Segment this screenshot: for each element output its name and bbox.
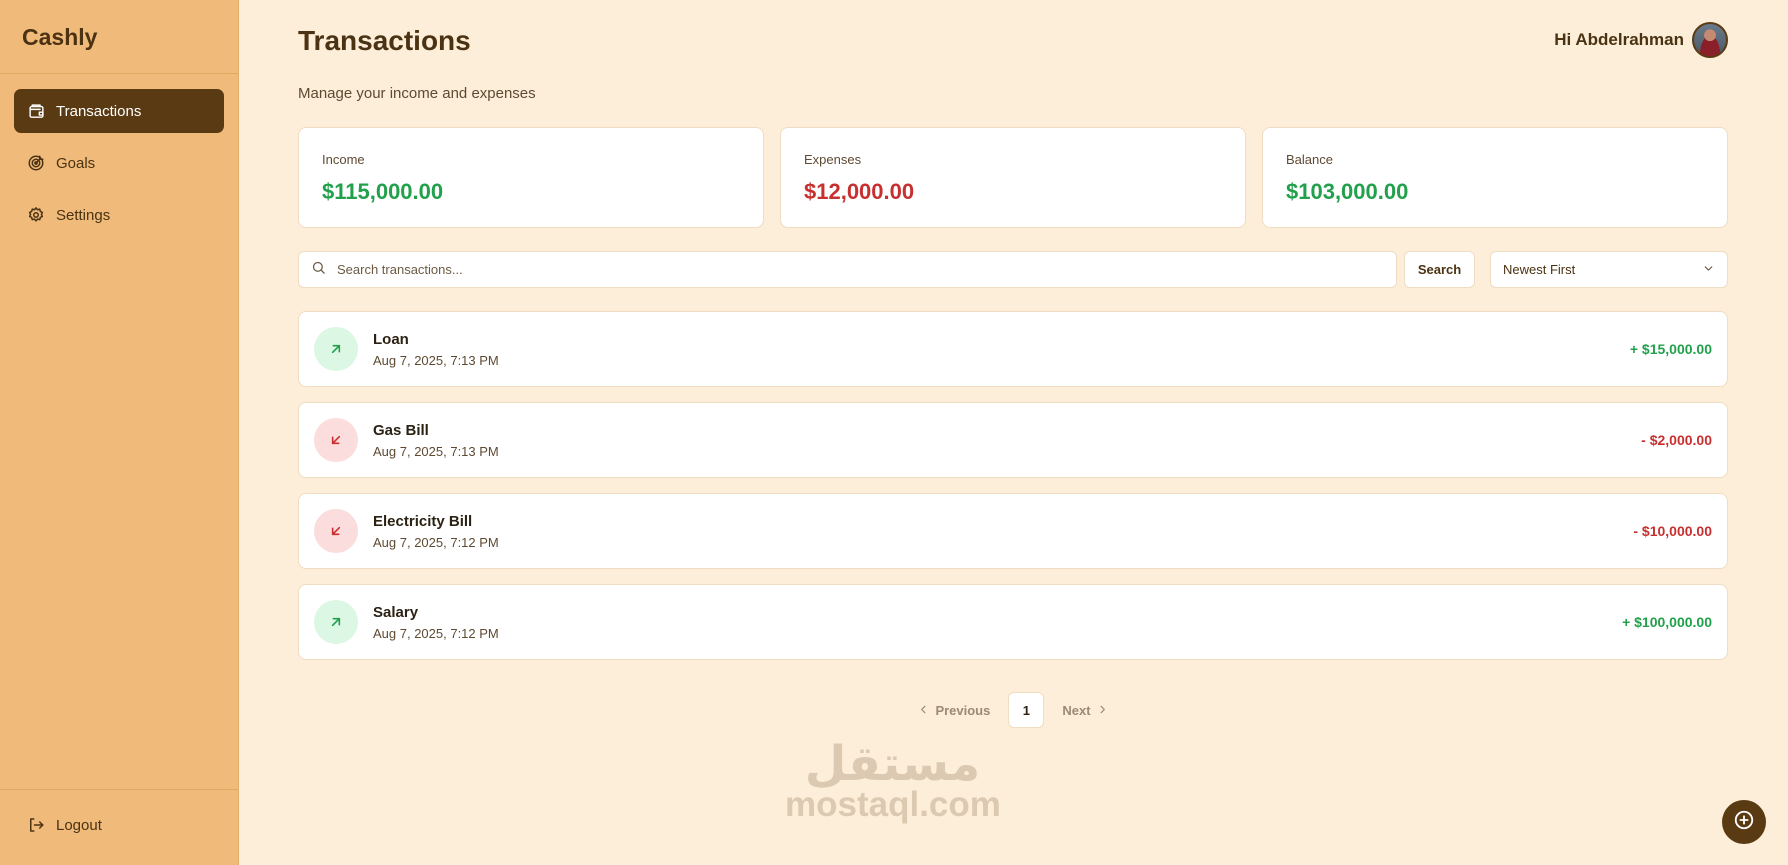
transaction-row[interactable]: Electricity Bill Aug 7, 2025, 7:12 PM - … <box>298 493 1728 569</box>
transaction-row[interactable]: Gas Bill Aug 7, 2025, 7:13 PM - $2,000.0… <box>298 402 1728 478</box>
logout-label: Logout <box>56 816 102 834</box>
search-input[interactable] <box>335 261 1396 278</box>
page-subtitle: Manage your income and expenses <box>298 85 536 102</box>
sidebar-item-goals[interactable]: Goals <box>14 141 224 185</box>
previous-page-button[interactable]: Previous <box>910 703 998 718</box>
transaction-name: Electricity Bill <box>373 513 473 530</box>
previous-label: Previous <box>935 702 991 718</box>
pagination: Previous 1 Next <box>298 691 1728 729</box>
greeting-text: Hi Abdelrahman <box>1554 30 1684 49</box>
next-page-button[interactable]: Next <box>1054 703 1115 718</box>
transaction-row[interactable]: Loan Aug 7, 2025, 7:13 PM + $15,000.00 <box>298 311 1728 387</box>
balance-label: Balance <box>1286 152 1333 167</box>
sidebar-item-label: Goals <box>56 154 96 172</box>
brand-logo[interactable]: Cashly <box>0 0 238 74</box>
logout-icon <box>26 815 46 835</box>
arrow-up-right-icon <box>314 327 358 371</box>
watermark-latin: mostaql.com <box>785 785 1001 824</box>
sidebar-item-label: Transactions <box>56 102 142 120</box>
gear-icon <box>26 205 46 225</box>
page-title: Transactions <box>298 25 471 56</box>
income-value: $115,000.00 <box>322 179 444 204</box>
transaction-name: Gas Bill <box>373 422 429 439</box>
watermark: مستقل mostaql.com <box>785 736 1001 824</box>
next-label: Next <box>1062 702 1091 718</box>
transaction-list: Loan Aug 7, 2025, 7:13 PM + $15,000.00 G… <box>298 311 1728 675</box>
chevron-down-icon <box>1702 262 1715 278</box>
income-label: Income <box>322 152 365 167</box>
main-content: Transactions Manage your income and expe… <box>298 0 1728 865</box>
search-box <box>298 251 1397 288</box>
income-card: Income $115,000.00 <box>298 127 764 228</box>
transaction-amount: - $10,000.00 <box>1633 523 1712 539</box>
search-button[interactable]: Search <box>1404 251 1475 288</box>
arrow-up-right-icon <box>314 600 358 644</box>
wallet-icon <box>26 101 46 121</box>
expenses-label: Expenses <box>804 152 862 167</box>
target-icon <box>26 153 46 173</box>
transaction-amount: + $100,000.00 <box>1622 614 1712 630</box>
transaction-row[interactable]: Salary Aug 7, 2025, 7:12 PM + $100,000.0… <box>298 584 1728 660</box>
plus-circle-icon <box>1733 809 1755 836</box>
transaction-date: Aug 7, 2025, 7:13 PM <box>373 353 499 368</box>
transaction-amount: + $15,000.00 <box>1629 341 1712 357</box>
arrow-down-left-icon <box>314 509 358 553</box>
watermark-arabic: مستقل <box>804 736 981 792</box>
balance-value: $103,000.00 <box>1286 179 1409 204</box>
expenses-card: Expenses $12,000.00 <box>780 127 1246 228</box>
page-number-button[interactable]: 1 <box>1008 692 1045 728</box>
user-greeting: Hi Abdelrahman <box>1554 22 1728 58</box>
summary-cards: Income $115,000.00 Expenses $12,000.00 B… <box>298 127 1728 228</box>
sidebar-footer: Logout <box>0 789 238 865</box>
sidebar: Cashly Transactions Goals Settings Logou <box>0 0 239 865</box>
sort-selected-value: Newest First <box>1503 262 1576 277</box>
chevron-left-icon <box>918 703 929 718</box>
search-icon <box>311 260 326 280</box>
sidebar-item-transactions[interactable]: Transactions <box>14 89 224 133</box>
avatar[interactable] <box>1692 22 1728 58</box>
transaction-toolbar: Search Newest First <box>298 251 1728 289</box>
transaction-name: Loan <box>373 331 409 348</box>
balance-card: Balance $103,000.00 <box>1262 127 1728 228</box>
transaction-date: Aug 7, 2025, 7:12 PM <box>373 535 499 550</box>
sidebar-nav: Transactions Goals Settings <box>0 74 238 237</box>
sidebar-item-settings[interactable]: Settings <box>14 193 224 237</box>
sidebar-item-label: Settings <box>56 206 111 224</box>
transaction-name: Salary <box>373 604 419 621</box>
expenses-value: $12,000.00 <box>804 179 915 204</box>
arrow-down-left-icon <box>314 418 358 462</box>
chevron-right-icon <box>1097 703 1108 718</box>
transaction-date: Aug 7, 2025, 7:13 PM <box>373 444 499 459</box>
sort-select[interactable]: Newest First <box>1490 251 1728 288</box>
transaction-amount: - $2,000.00 <box>1641 432 1712 448</box>
transaction-date: Aug 7, 2025, 7:12 PM <box>373 626 499 641</box>
logout-button[interactable]: Logout <box>14 803 224 847</box>
add-transaction-button[interactable] <box>1722 800 1766 844</box>
